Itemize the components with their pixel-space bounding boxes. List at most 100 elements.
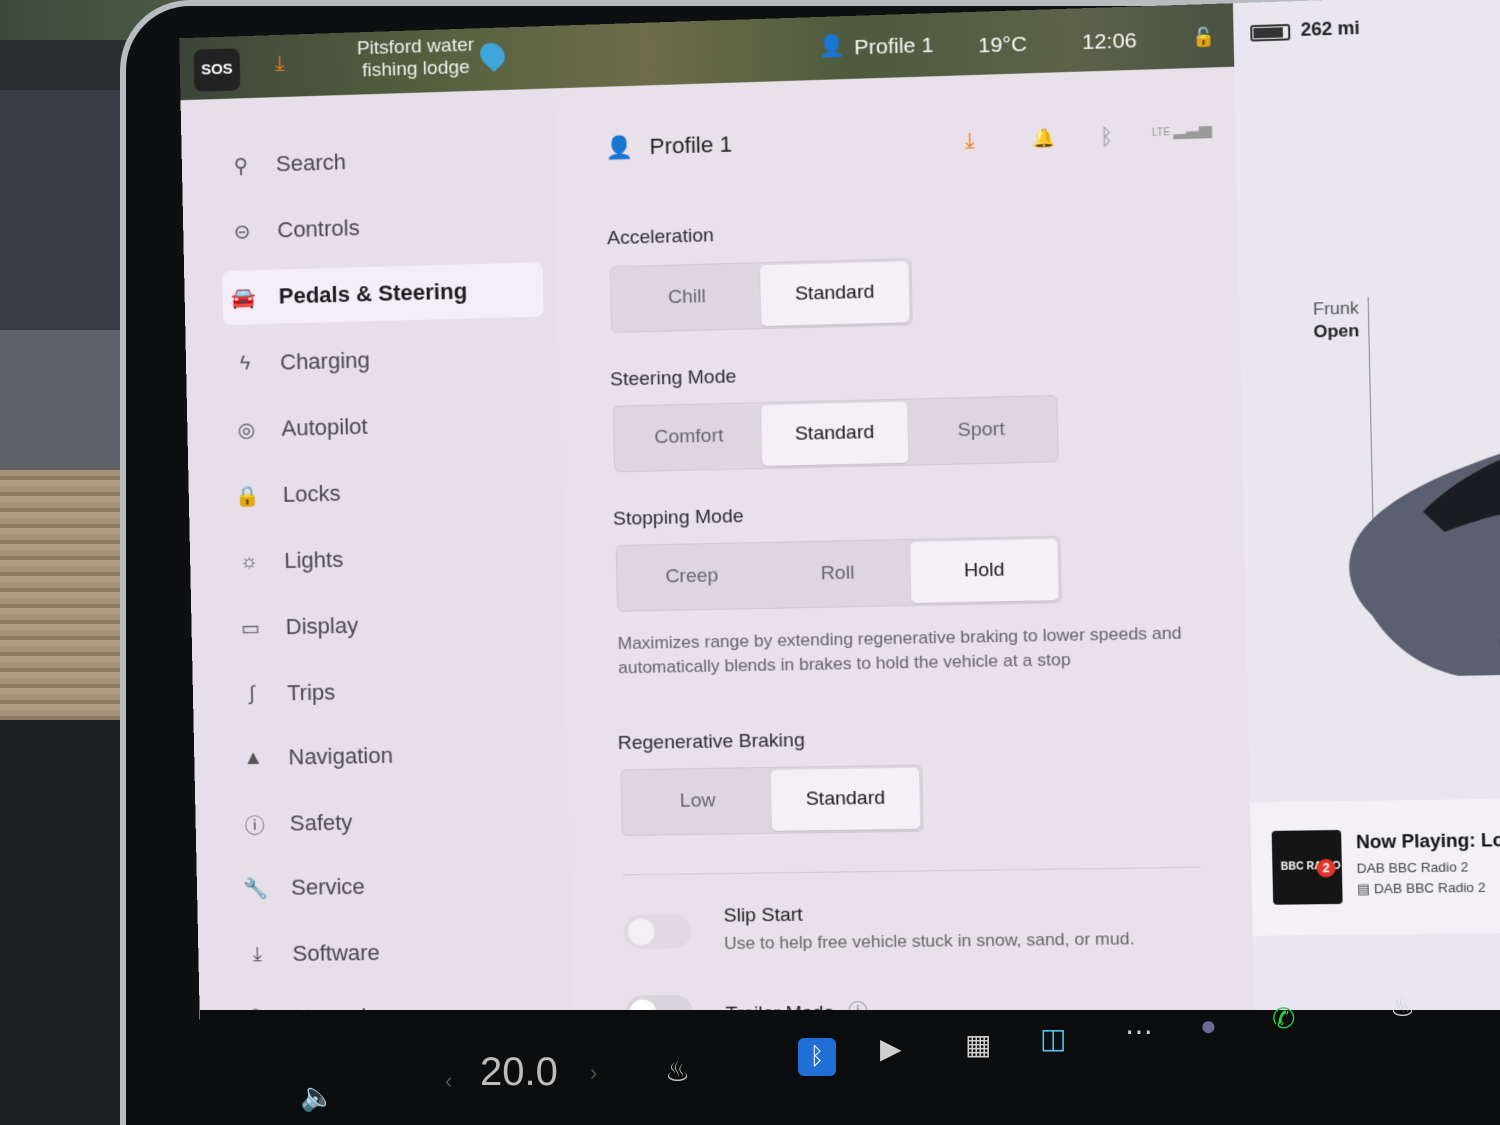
now-playing-title: Now Playing: Locomo	[1356, 829, 1500, 853]
battery-icon	[1250, 24, 1290, 42]
stopping-option-hold[interactable]: Hold	[910, 539, 1058, 603]
station-source-text: DAB BBC Radio 2	[1374, 879, 1486, 896]
camera-icon[interactable]: ●	[1200, 1010, 1217, 1042]
stopping-mode-label: Stopping Mode	[613, 506, 744, 531]
bolt-icon: ϟ	[230, 352, 261, 376]
sidebar-item-autopilot[interactable]: ◎ Autopilot	[231, 395, 545, 457]
sidebar-item-label: Autopilot	[281, 414, 368, 442]
sidebar-item-search[interactable]: ⚲ Search	[225, 129, 538, 193]
cabin-temperature[interactable]: 20.0	[480, 1050, 558, 1095]
radio-icon: ▤	[1357, 881, 1370, 897]
toybox-icon[interactable]: ◫	[1040, 1022, 1066, 1055]
sidebar-item-display[interactable]: ▭ Display	[235, 595, 549, 655]
bbc-logo-number: 2	[1316, 859, 1335, 878]
bluetooth-icon[interactable]: ᛒ	[1099, 124, 1113, 151]
sidebar-item-safety[interactable]: ⓘ Safety	[239, 793, 553, 852]
settings-content: 👤 Profile 1 ⤓ 🔔 ᛒ LTE ▂▃▅ Acceleration C…	[553, 67, 1255, 1065]
profile-name: Profile 1	[649, 131, 732, 159]
status-profile-name[interactable]: Profile 1	[854, 34, 934, 61]
steering-option-sport[interactable]: Sport	[907, 398, 1055, 463]
steering-option-standard[interactable]: Standard	[761, 402, 908, 466]
regen-option-standard[interactable]: Standard	[771, 768, 921, 831]
unlock-icon[interactable]: 🔓	[1191, 26, 1215, 48]
sidebar-item-lights[interactable]: ☼ Lights	[234, 528, 548, 589]
download-icon: ⤓	[242, 943, 273, 966]
download-icon[interactable]: ⤓	[275, 51, 285, 77]
download-icon[interactable]: ⤓	[964, 128, 975, 155]
acceleration-option-chill[interactable]: Chill	[613, 265, 761, 330]
bottom-dock: 🔈 ‹ 20.0 › ♨ ᛒ ▶ ▦ ◫ ⋯ ● ✆ ♨	[200, 1010, 1500, 1125]
steering-mode-selector: Comfort Standard Sport	[613, 395, 1059, 472]
sidebar-item-label: Trips	[287, 679, 336, 706]
sidebar-item-label: Charging	[280, 347, 370, 375]
alert-circle-icon: ⓘ	[239, 809, 270, 838]
temp-down-chevron-icon[interactable]: ‹	[445, 1068, 452, 1094]
bbc-radio-2-logo: BBC RADIO 2	[1272, 830, 1343, 905]
sidebar-item-controls[interactable]: ⊝ Controls	[227, 196, 541, 259]
sidebar-item-label: Pedals & Steering	[278, 278, 467, 309]
regen-braking-selector: Low Standard	[620, 765, 923, 836]
sidebar-item-label: Search	[276, 149, 347, 177]
now-playing-card[interactable]: BBC RADIO 2 Now Playing: Locomo DAB BBC …	[1250, 798, 1500, 936]
regen-braking-label: Regenerative Braking	[618, 730, 805, 755]
stopping-option-creep[interactable]: Creep	[619, 545, 765, 609]
sidebar-item-label: Safety	[290, 810, 353, 837]
location-line-2: fishing lodge	[340, 56, 492, 83]
sos-button[interactable]: SOS	[193, 48, 240, 92]
slip-start-toggle[interactable]	[623, 914, 691, 949]
toggle-icon: ⊝	[227, 218, 258, 244]
sidebar-item-software[interactable]: ⤓ Software	[242, 924, 556, 982]
section-divider	[623, 867, 1201, 876]
sidebar-item-trips[interactable]: ∫ Trips	[236, 661, 550, 721]
map-location-label: Pitsford water fishing lodge	[340, 34, 492, 83]
more-apps-icon[interactable]: ⋯	[1125, 1015, 1153, 1048]
sidebar-item-label: Software	[292, 940, 380, 967]
stopping-option-roll[interactable]: Roll	[764, 542, 911, 606]
steering-option-comfort[interactable]: Comfort	[616, 405, 762, 469]
lte-label: LTE	[1152, 127, 1171, 139]
frunk-label: Frunk	[1313, 297, 1359, 321]
sidebar-item-navigation[interactable]: ▲ Navigation	[238, 726, 552, 785]
navigation-arrow-icon: ▲	[238, 746, 269, 770]
profile-header[interactable]: 👤 Profile 1	[605, 131, 732, 161]
stopping-mode-description: Maximizes range by extending regenerativ…	[617, 621, 1196, 680]
steering-mode-label: Steering Mode	[610, 366, 737, 391]
slip-start-description: Use to help free vehicle stuck in snow, …	[724, 929, 1135, 954]
steering-wheel-icon: ◎	[231, 417, 262, 443]
sidebar-item-locks[interactable]: 🔒 Locks	[232, 462, 546, 523]
profile-icon: 👤	[605, 134, 633, 160]
profile-icon[interactable]: 👤	[818, 34, 845, 59]
phone-icon[interactable]: ✆	[1272, 1002, 1295, 1035]
acceleration-label: Acceleration	[607, 225, 714, 250]
sidebar-item-label: Locks	[283, 481, 341, 508]
temp-up-chevron-icon[interactable]: ›	[590, 1060, 597, 1086]
vehicle-panel: 262 mi Frunk Open BBC RADIO 2 Now Playin…	[1233, 0, 1500, 1059]
touchscreen: SOS ⤓ Pitsford water fishing lodge 👤 Pro…	[179, 0, 1500, 1068]
acceleration-option-standard[interactable]: Standard	[760, 261, 910, 326]
bluetooth-icon[interactable]: ᛒ	[798, 1038, 836, 1076]
frunk-status: Open	[1313, 320, 1359, 344]
sidebar-item-label: Display	[285, 613, 358, 640]
regen-option-low[interactable]: Low	[623, 770, 772, 833]
settings-sidebar: ⚲ Search ⊝ Controls 🚘 Pedals & Steering …	[181, 88, 574, 1068]
clock: 12:06	[1082, 29, 1137, 55]
sidebar-item-service[interactable]: 🔧 Service	[240, 857, 554, 915]
calendar-icon[interactable]: ▦	[965, 1028, 991, 1061]
rear-seat-heater-icon[interactable]: ♨	[1390, 990, 1415, 1023]
sidebar-item-charging[interactable]: ϟ Charging	[229, 329, 543, 391]
sidebar-item-label: Navigation	[288, 743, 393, 771]
wrench-icon: 🔧	[241, 875, 272, 900]
sidebar-item-label: Service	[291, 874, 365, 901]
seat-heater-icon[interactable]: ♨	[665, 1055, 690, 1088]
media-player-icon[interactable]: ▶	[880, 1032, 902, 1065]
bell-icon[interactable]: 🔔	[1032, 128, 1056, 150]
outside-temperature: 19°C	[978, 33, 1027, 59]
sun-icon: ☼	[234, 550, 265, 574]
acceleration-selector: Chill Standard	[610, 258, 913, 333]
sidebar-item-pedals-steering[interactable]: 🚘 Pedals & Steering	[222, 262, 544, 325]
slip-start-label: Slip Start	[723, 904, 803, 927]
frunk-open-button[interactable]: Frunk Open	[1313, 297, 1360, 343]
car-icon: 🚘	[228, 285, 259, 311]
car-model-image	[1325, 384, 1500, 678]
volume-icon[interactable]: 🔈	[300, 1080, 335, 1113]
